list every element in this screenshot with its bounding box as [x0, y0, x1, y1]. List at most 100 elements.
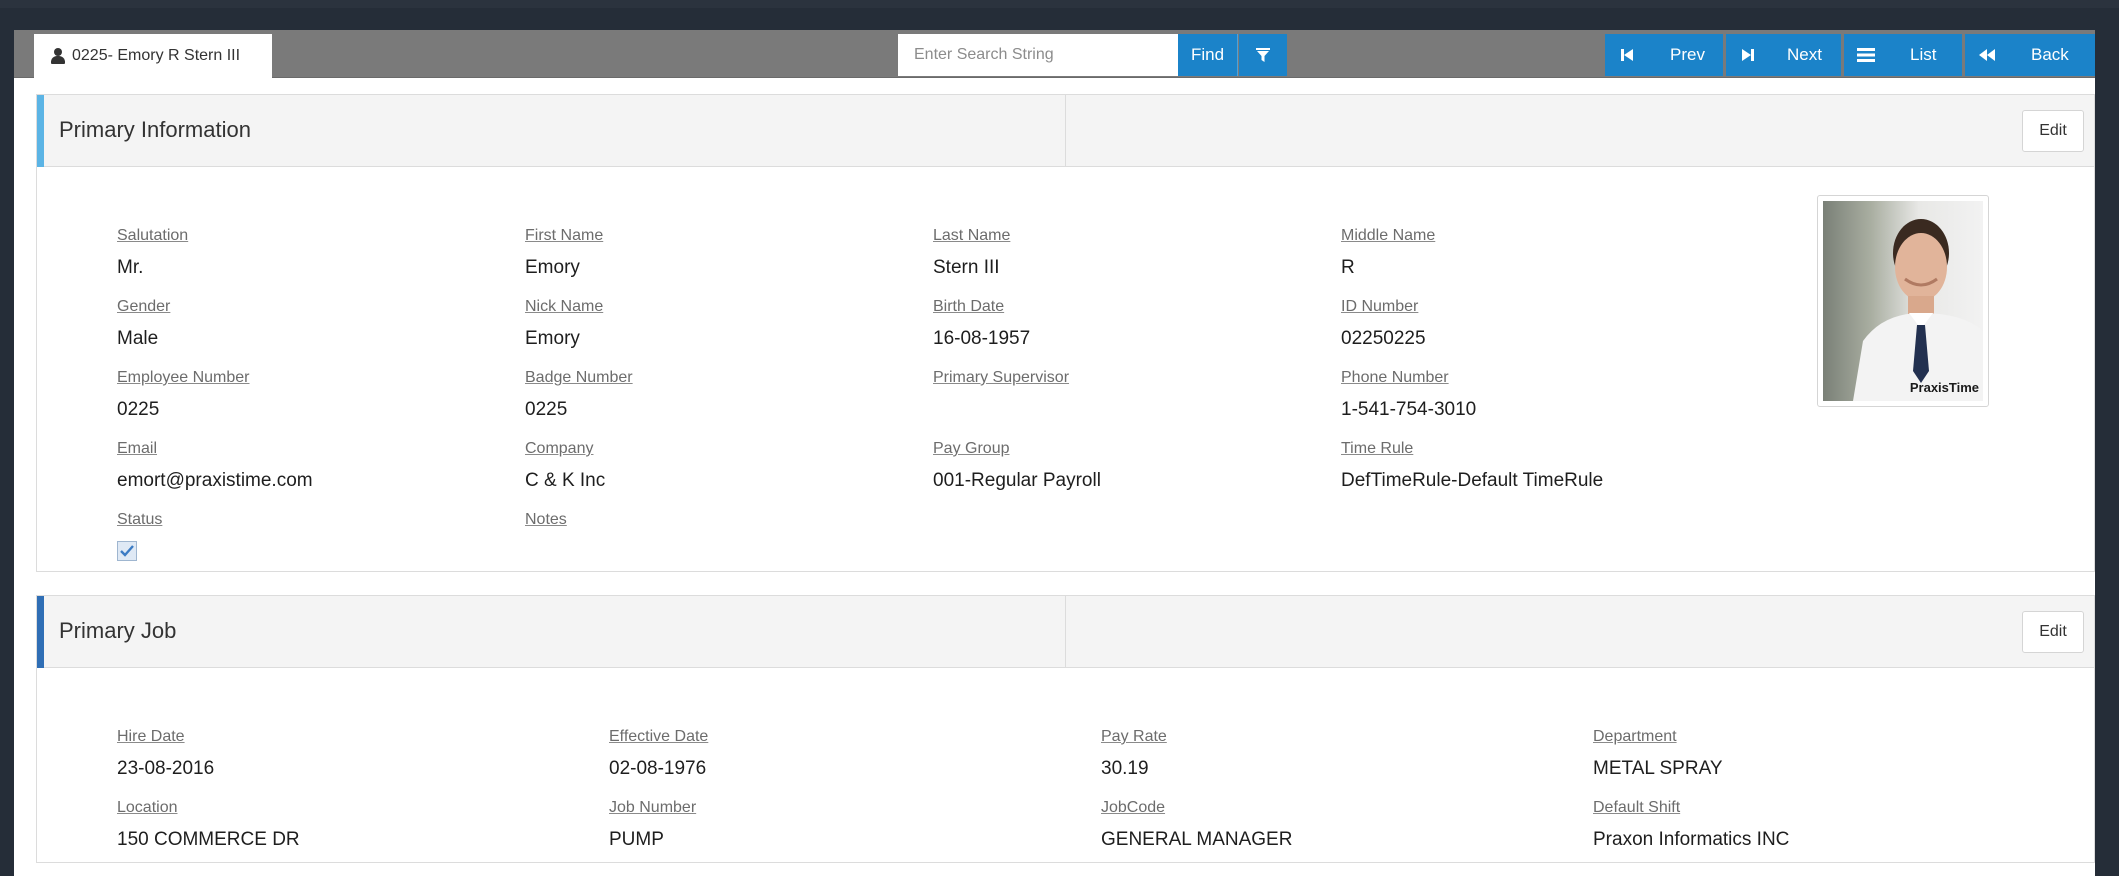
field-first-name: First Name Emory — [525, 227, 603, 279]
field-company: Company C & K Inc — [525, 440, 605, 492]
field-value: Stern III — [933, 257, 1000, 278]
field-default-shift: Default Shift Praxon Informatics INC — [1593, 799, 1789, 851]
field-label[interactable]: Badge Number — [525, 369, 633, 387]
field-label[interactable]: Birth Date — [933, 298, 1030, 316]
field-value: 02-08-1976 — [609, 758, 707, 779]
field-primary-supervisor: Primary Supervisor — [933, 369, 1069, 421]
field-gender: Gender Male — [117, 298, 170, 350]
field-badge-number: Badge Number 0225 — [525, 369, 633, 421]
field-label[interactable]: Pay Rate — [1101, 728, 1167, 746]
primary-job-panel: Primary Job Edit Hire Date 23-08-2016 Ef… — [36, 595, 2095, 863]
back-button[interactable]: Back — [1965, 34, 2095, 76]
field-pay-rate: Pay Rate 30.19 — [1101, 728, 1167, 780]
primary-information-panel: Primary Information Edit Salutation Mr. … — [36, 94, 2095, 572]
field-label[interactable]: Hire Date — [117, 728, 214, 746]
prev-label: Prev — [1670, 45, 1705, 64]
field-label[interactable]: Effective Date — [609, 728, 708, 746]
field-label[interactable]: First Name — [525, 227, 603, 245]
list-icon — [1844, 34, 1888, 76]
field-time-rule: Time Rule DefTimeRule-Default TimeRule — [1341, 440, 1603, 492]
field-label[interactable]: Pay Group — [933, 440, 1101, 458]
field-label[interactable]: Phone Number — [1341, 369, 1476, 387]
panel-title: Primary Information — [59, 117, 251, 142]
field-value: DefTimeRule-Default TimeRule — [1341, 470, 1604, 491]
field-value: Male — [117, 328, 159, 349]
field-phone-number: Phone Number 1-541-754-3010 — [1341, 369, 1476, 421]
edit-primary-job-button[interactable]: Edit — [2022, 611, 2084, 653]
find-button[interactable]: Find — [1178, 34, 1238, 76]
field-label[interactable]: ID Number — [1341, 298, 1426, 316]
field-value: 16-08-1957 — [933, 328, 1031, 349]
field-label[interactable]: Email — [117, 440, 313, 458]
field-hire-date: Hire Date 23-08-2016 — [117, 728, 214, 780]
prev-button[interactable]: Prev — [1605, 34, 1723, 76]
back-label: Back — [2031, 45, 2069, 64]
field-label[interactable]: Primary Supervisor — [933, 369, 1069, 387]
field-label[interactable]: Status — [117, 511, 162, 529]
filter-icon — [1256, 48, 1270, 62]
field-value: 30.19 — [1101, 758, 1149, 779]
panel-header: Primary Job Edit — [37, 596, 2094, 668]
field-label[interactable]: Job Number — [609, 799, 696, 817]
skip-next-icon — [1726, 34, 1770, 76]
field-value: 0225 — [117, 399, 160, 420]
record-label: 0225- Emory R Stern III — [72, 47, 241, 64]
field-jobcode: JobCode GENERAL MANAGER — [1101, 799, 1292, 851]
field-value: 23-08-2016 — [117, 758, 215, 779]
field-label[interactable]: Location — [117, 799, 300, 817]
skip-prev-icon — [1605, 34, 1648, 76]
field-label[interactable]: Gender — [117, 298, 170, 316]
field-value: Praxon Informatics INC — [1593, 829, 1790, 850]
panel-accent-bar — [37, 95, 44, 167]
panel-accent-bar — [37, 596, 44, 668]
panel-header: Primary Information Edit — [37, 95, 2094, 167]
panel-title: Primary Job — [59, 618, 177, 643]
field-value: Emory — [525, 257, 580, 278]
field-status: Status — [117, 511, 162, 561]
field-value: 1-541-754-3010 — [1341, 399, 1477, 420]
record-toolbar: 0225- Emory R Stern III Find Prev Next — [14, 30, 2095, 78]
field-salutation: Salutation Mr. — [117, 227, 188, 279]
field-value: 02250225 — [1341, 328, 1426, 349]
field-label[interactable]: Company — [525, 440, 605, 458]
employee-photo-image: PraxisTime — [1823, 201, 1983, 401]
field-value: R — [1341, 257, 1355, 278]
header-divider — [1065, 95, 1066, 167]
search-input[interactable] — [898, 34, 1178, 76]
field-email: Email emort@praxistime.com — [117, 440, 313, 492]
field-label[interactable]: Nick Name — [525, 298, 603, 316]
checkmark-icon — [120, 545, 134, 557]
field-value: 001-Regular Payroll — [933, 470, 1101, 491]
photo-watermark: PraxisTime — [1909, 380, 1979, 395]
field-job-number: Job Number PUMP — [609, 799, 696, 851]
field-value — [933, 399, 1069, 421]
field-label[interactable]: Last Name — [933, 227, 1010, 245]
field-value: emort@praxistime.com — [117, 470, 313, 491]
field-value: 0225 — [525, 399, 568, 420]
field-label[interactable]: JobCode — [1101, 799, 1292, 817]
field-label[interactable]: Salutation — [117, 227, 188, 245]
field-value: Mr. — [117, 257, 144, 278]
field-notes: Notes — [525, 511, 567, 563]
field-value: GENERAL MANAGER — [1101, 829, 1293, 850]
field-label[interactable]: Default Shift — [1593, 799, 1789, 817]
field-employee-number: Employee Number 0225 — [117, 369, 250, 421]
field-label[interactable]: Middle Name — [1341, 227, 1435, 245]
list-label: List — [1910, 45, 1937, 64]
next-button[interactable]: Next — [1726, 34, 1841, 76]
field-nick-name: Nick Name Emory — [525, 298, 603, 350]
field-label[interactable]: Notes — [525, 511, 567, 529]
status-checkbox[interactable] — [117, 541, 137, 561]
field-value: PUMP — [609, 829, 664, 850]
field-label[interactable]: Employee Number — [117, 369, 250, 387]
field-label[interactable]: Time Rule — [1341, 440, 1603, 458]
record-tab[interactable]: 0225- Emory R Stern III — [34, 34, 272, 78]
filter-button[interactable] — [1239, 34, 1287, 76]
employee-photo[interactable]: PraxisTime — [1817, 195, 1989, 407]
header-divider — [1065, 596, 1066, 668]
edit-primary-info-button[interactable]: Edit — [2022, 110, 2084, 152]
user-icon — [50, 47, 66, 65]
list-button[interactable]: List — [1844, 34, 1962, 76]
field-label[interactable]: Department — [1593, 728, 1723, 746]
field-last-name: Last Name Stern III — [933, 227, 1010, 279]
